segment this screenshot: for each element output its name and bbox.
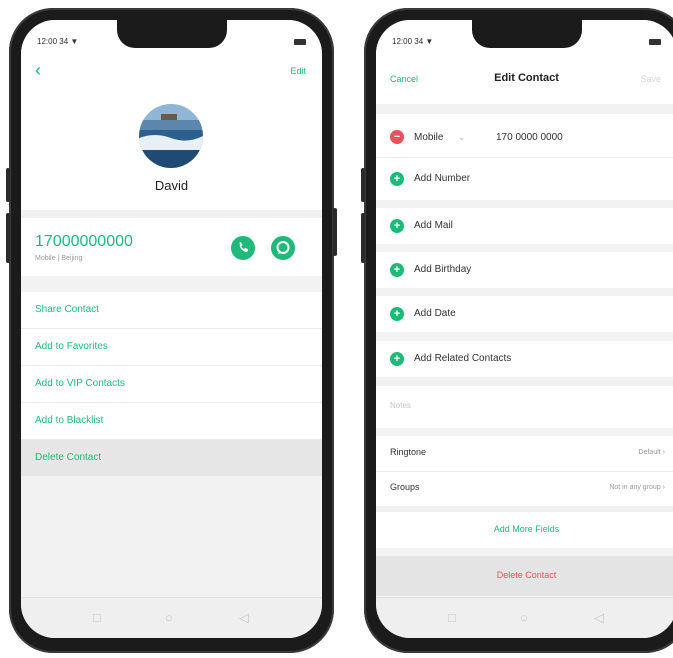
- ringtone-value[interactable]: Default ›: [639, 449, 665, 456]
- battery-icon: [649, 39, 661, 45]
- add-related-label: Add Related Contacts: [414, 353, 512, 364]
- delete-contact-row[interactable]: Delete Contact: [376, 556, 673, 596]
- add-birthday-label: Add Birthday: [414, 264, 472, 275]
- phone-number[interactable]: 17000000000: [35, 233, 133, 251]
- number-subtitle: Mobile | Beijing: [35, 255, 83, 262]
- contact-name: David: [154, 178, 189, 193]
- add-date-label: Add Date: [414, 308, 456, 319]
- back-triangle-icon[interactable]: ◁: [239, 611, 249, 624]
- notes-field[interactable]: Notes: [376, 386, 673, 428]
- contact-detail-screen: 12:00 34 ▼ ‹ Edit David 17000000000 Mobi…: [21, 20, 322, 638]
- groups-value[interactable]: Not in any group ›: [609, 484, 665, 491]
- add-date-row[interactable]: + Add Date: [376, 296, 673, 332]
- avatar[interactable]: [139, 104, 203, 168]
- volume-button: [6, 213, 10, 263]
- delete-contact-button[interactable]: Delete Contact: [376, 570, 673, 580]
- edit-contact-screen: 12:00 34 ▼ Cancel Edit Contact Save − Mo…: [376, 20, 673, 638]
- add-more-fields-row[interactable]: Add More Fields: [376, 512, 673, 548]
- add-more-fields-button[interactable]: Add More Fields: [376, 524, 673, 534]
- square-icon[interactable]: □: [448, 611, 456, 624]
- back-triangle-icon[interactable]: ◁: [594, 611, 604, 624]
- home-circle-icon[interactable]: ○: [520, 611, 528, 624]
- chevron-down-icon[interactable]: ⌄: [458, 132, 466, 143]
- square-icon[interactable]: □: [93, 611, 101, 624]
- add-related-row[interactable]: + Add Related Contacts: [376, 341, 673, 377]
- page-title: Edit Contact: [494, 72, 559, 84]
- add-birthday-row[interactable]: + Add Birthday: [376, 252, 673, 288]
- add-icon[interactable]: +: [390, 172, 404, 186]
- add-number-item[interactable]: Add Number: [414, 173, 470, 184]
- camera-notch: [117, 20, 227, 48]
- ringtone-label[interactable]: Ringtone: [390, 447, 426, 457]
- groups-label[interactable]: Groups: [390, 482, 420, 492]
- camera-notch: [472, 20, 582, 48]
- add-icon[interactable]: +: [390, 307, 404, 321]
- mobile-type-label[interactable]: Mobile: [414, 132, 443, 143]
- phone-frame-left: 12:00 34 ▼ ‹ Edit David 17000000000 Mobi…: [6, 8, 337, 653]
- add-mail-label: Add Mail: [414, 220, 453, 231]
- add-to-favorites-item[interactable]: Add to Favorites: [21, 329, 322, 366]
- add-icon[interactable]: +: [390, 263, 404, 277]
- message-button[interactable]: [271, 236, 295, 260]
- phone-icon: [239, 242, 249, 252]
- add-icon[interactable]: +: [390, 352, 404, 366]
- call-button[interactable]: [231, 236, 255, 260]
- add-to-vip-item[interactable]: Add to VIP Contacts: [21, 366, 322, 403]
- volume-button: [361, 168, 365, 202]
- remove-icon[interactable]: −: [390, 130, 404, 144]
- back-icon[interactable]: ‹: [35, 60, 41, 81]
- battery-icon: [294, 39, 306, 45]
- power-button: [333, 208, 337, 256]
- edit-button[interactable]: Edit: [290, 66, 306, 76]
- delete-contact-item[interactable]: Delete Contact: [21, 440, 322, 476]
- volume-button: [6, 168, 10, 202]
- navigation-bar: □ ○ ◁: [376, 597, 673, 638]
- add-icon[interactable]: +: [390, 219, 404, 233]
- phone-frame-right: 12:00 34 ▼ Cancel Edit Contact Save − Mo…: [361, 8, 673, 653]
- settings-section: Ringtone Default › Groups Not in any gro…: [376, 436, 673, 506]
- volume-button: [361, 213, 365, 263]
- add-to-blacklist-item[interactable]: Add to Blacklist: [21, 403, 322, 440]
- phone-number-card: 17000000000 Mobile | Beijing: [21, 218, 322, 276]
- status-time: 12:00 34 ▼: [37, 37, 79, 46]
- contact-header: 12:00 34 ▼ ‹ Edit David: [21, 20, 322, 210]
- share-contact-item[interactable]: Share Contact: [21, 292, 322, 329]
- phone-fields-section: − Mobile ⌄ 170 0000 0000 + Add Number: [376, 114, 673, 200]
- notes-placeholder: Notes: [390, 401, 411, 410]
- chat-bubble-icon: [276, 241, 290, 254]
- mobile-number-field[interactable]: 170 0000 0000: [496, 132, 563, 143]
- contact-actions-list: Share Contact Add to Favorites Add to VI…: [21, 292, 322, 476]
- add-mail-row[interactable]: + Add Mail: [376, 208, 673, 244]
- save-button[interactable]: Save: [640, 74, 661, 84]
- status-time: 12:00 34 ▼: [392, 37, 434, 46]
- home-circle-icon[interactable]: ○: [165, 611, 173, 624]
- navigation-bar: □ ○ ◁: [21, 597, 322, 638]
